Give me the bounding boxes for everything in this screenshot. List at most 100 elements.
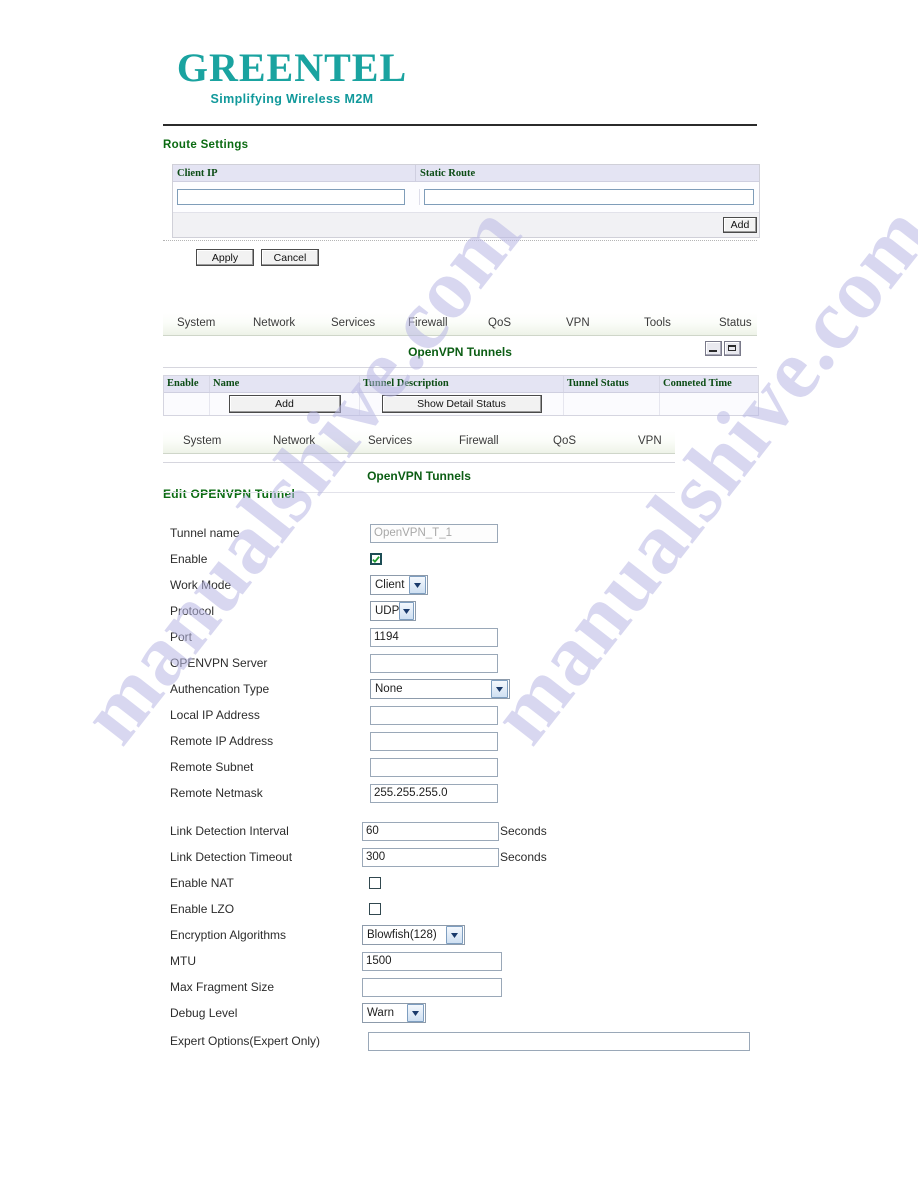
control-remote-ip	[370, 731, 498, 751]
control-link-detection-timeout: Seconds	[362, 847, 547, 867]
field-enable-lzo: Enable LZO	[170, 896, 770, 922]
tunnels-panel-title: OpenVPN Tunnels	[408, 345, 512, 359]
nav2-item-vpn[interactable]: VPN	[638, 431, 662, 453]
remote-netmask-input[interactable]	[370, 783, 498, 803]
unit-link-detection-timeout: Seconds	[500, 850, 547, 864]
column-header-client-ip: Client IP	[173, 165, 416, 181]
label-link-detection-interval: Link Detection Interval	[170, 824, 289, 838]
auth-type-select[interactable]: None	[370, 679, 510, 699]
nav-item-vpn[interactable]: VPN	[566, 313, 590, 335]
auth-type-value: None	[375, 683, 403, 695]
link-detection-timeout-input[interactable]	[362, 847, 499, 867]
encryption-select[interactable]: Blowfish(128)	[362, 925, 465, 945]
mtu-input[interactable]	[362, 951, 502, 971]
apply-button[interactable]: Apply	[196, 249, 254, 266]
field-remote-netmask: Remote Netmask	[170, 780, 770, 806]
edit-panel-title: OpenVPN Tunnels	[367, 469, 471, 483]
nav-item-system[interactable]: System	[177, 313, 215, 335]
nav-item-services[interactable]: Services	[331, 313, 375, 335]
tunnels-table: Enable Name Tunnel Description Tunnel St…	[163, 375, 759, 416]
max-fragment-size-input[interactable]	[362, 977, 502, 997]
column-header-description: Tunnel Description	[360, 376, 564, 392]
port-input[interactable]	[370, 627, 498, 647]
column-header-enable: Enable	[164, 376, 210, 392]
enable-nat-checkbox[interactable]	[369, 877, 381, 889]
nav-item-status[interactable]: Status	[719, 313, 752, 335]
client-ip-input[interactable]	[177, 189, 405, 205]
nav2-item-firewall[interactable]: Firewall	[459, 431, 499, 453]
remote-ip-input[interactable]	[370, 731, 498, 751]
encryption-value: Blowfish(128)	[367, 929, 437, 941]
primary-navigation: System Network Services Firewall QoS VPN…	[163, 313, 757, 336]
label-remote-ip: Remote IP Address	[170, 734, 274, 748]
control-openvpn-server	[370, 653, 498, 673]
field-mtu: MTU	[170, 948, 770, 974]
show-detail-status-button[interactable]: Show Detail Status	[381, 395, 542, 413]
work-mode-select[interactable]: Client	[370, 575, 428, 595]
cell-connected-time	[660, 393, 758, 415]
label-enable-lzo: Enable LZO	[170, 902, 235, 916]
tunnel-name-input[interactable]	[370, 523, 498, 543]
header-divider	[163, 124, 757, 126]
local-ip-input[interactable]	[370, 705, 498, 725]
field-local-ip: Local IP Address	[170, 702, 770, 728]
route-add-button[interactable]: Add	[723, 217, 757, 233]
route-settings-title: Route Settings	[163, 139, 249, 151]
control-port	[370, 627, 498, 647]
enable-lzo-checkbox[interactable]	[369, 903, 381, 915]
nav-item-tools[interactable]: Tools	[644, 313, 671, 335]
field-remote-ip: Remote IP Address	[170, 728, 770, 754]
control-encryption: Blowfish(128)	[362, 925, 465, 945]
page-root: GREENTEL Simplifying Wireless M2M Route …	[0, 0, 918, 1188]
link-detection-interval-input[interactable]	[362, 821, 499, 841]
route-table-row	[173, 182, 759, 212]
nav-item-qos[interactable]: QoS	[488, 313, 511, 335]
cell-status	[564, 393, 660, 415]
enable-checkbox[interactable]	[370, 553, 382, 565]
maximize-icon[interactable]	[724, 341, 741, 356]
protocol-select[interactable]: UDP	[370, 601, 416, 621]
control-mtu	[362, 951, 502, 971]
control-max-fragment-size	[362, 977, 502, 997]
remote-subnet-input[interactable]	[370, 757, 498, 777]
control-enable-nat	[369, 877, 381, 889]
openvpn-server-input[interactable]	[370, 653, 498, 673]
control-remote-subnet	[370, 757, 498, 777]
route-settings-table: Client IP Static Route Add	[172, 164, 760, 238]
minimize-icon[interactable]	[705, 341, 722, 356]
nav-item-network[interactable]: Network	[253, 313, 295, 335]
label-enable: Enable	[170, 552, 208, 566]
field-link-detection-interval: Link Detection Interval Seconds	[170, 818, 770, 844]
tunnel-add-button[interactable]: Add	[228, 395, 341, 413]
debug-level-select[interactable]: Warn	[362, 1003, 426, 1023]
section-separator	[163, 240, 757, 241]
nav2-item-system[interactable]: System	[183, 431, 221, 453]
chevron-down-icon	[399, 602, 414, 620]
field-port: Port	[170, 624, 770, 650]
cell-enable	[164, 393, 210, 415]
expert-options-input[interactable]	[368, 1031, 750, 1051]
cancel-button[interactable]: Cancel	[261, 249, 319, 266]
static-route-input[interactable]	[424, 189, 754, 205]
work-mode-value: Client	[375, 579, 405, 591]
nav2-item-services[interactable]: Services	[368, 431, 412, 453]
field-expert-options: Expert Options(Expert Only)	[170, 1026, 770, 1056]
control-remote-netmask	[370, 783, 498, 803]
column-header-connected-time: Conneted Time	[663, 378, 732, 389]
nav2-item-network[interactable]: Network	[273, 431, 315, 453]
control-tunnel-name	[370, 523, 498, 543]
secondary-navigation: System Network Services Firewall QoS VPN	[163, 431, 675, 454]
nav-item-firewall[interactable]: Firewall	[408, 313, 448, 335]
label-link-detection-timeout: Link Detection Timeout	[170, 850, 293, 864]
label-auth-type: Authencation Type	[170, 682, 270, 696]
chevron-down-icon	[446, 926, 463, 944]
field-tunnel-name: Tunnel name	[170, 520, 770, 546]
route-action-buttons: Apply Cancel	[196, 249, 319, 266]
cell-description: Show Detail Status	[360, 393, 564, 415]
label-remote-subnet: Remote Subnet	[170, 760, 254, 774]
cell-client-ip	[173, 189, 420, 205]
nav2-item-qos[interactable]: QoS	[553, 431, 576, 453]
protocol-value: UDP	[375, 605, 400, 617]
tunnels-table-row: Add Show Detail Status	[164, 393, 758, 415]
field-protocol: Protocol UDP	[170, 598, 770, 624]
